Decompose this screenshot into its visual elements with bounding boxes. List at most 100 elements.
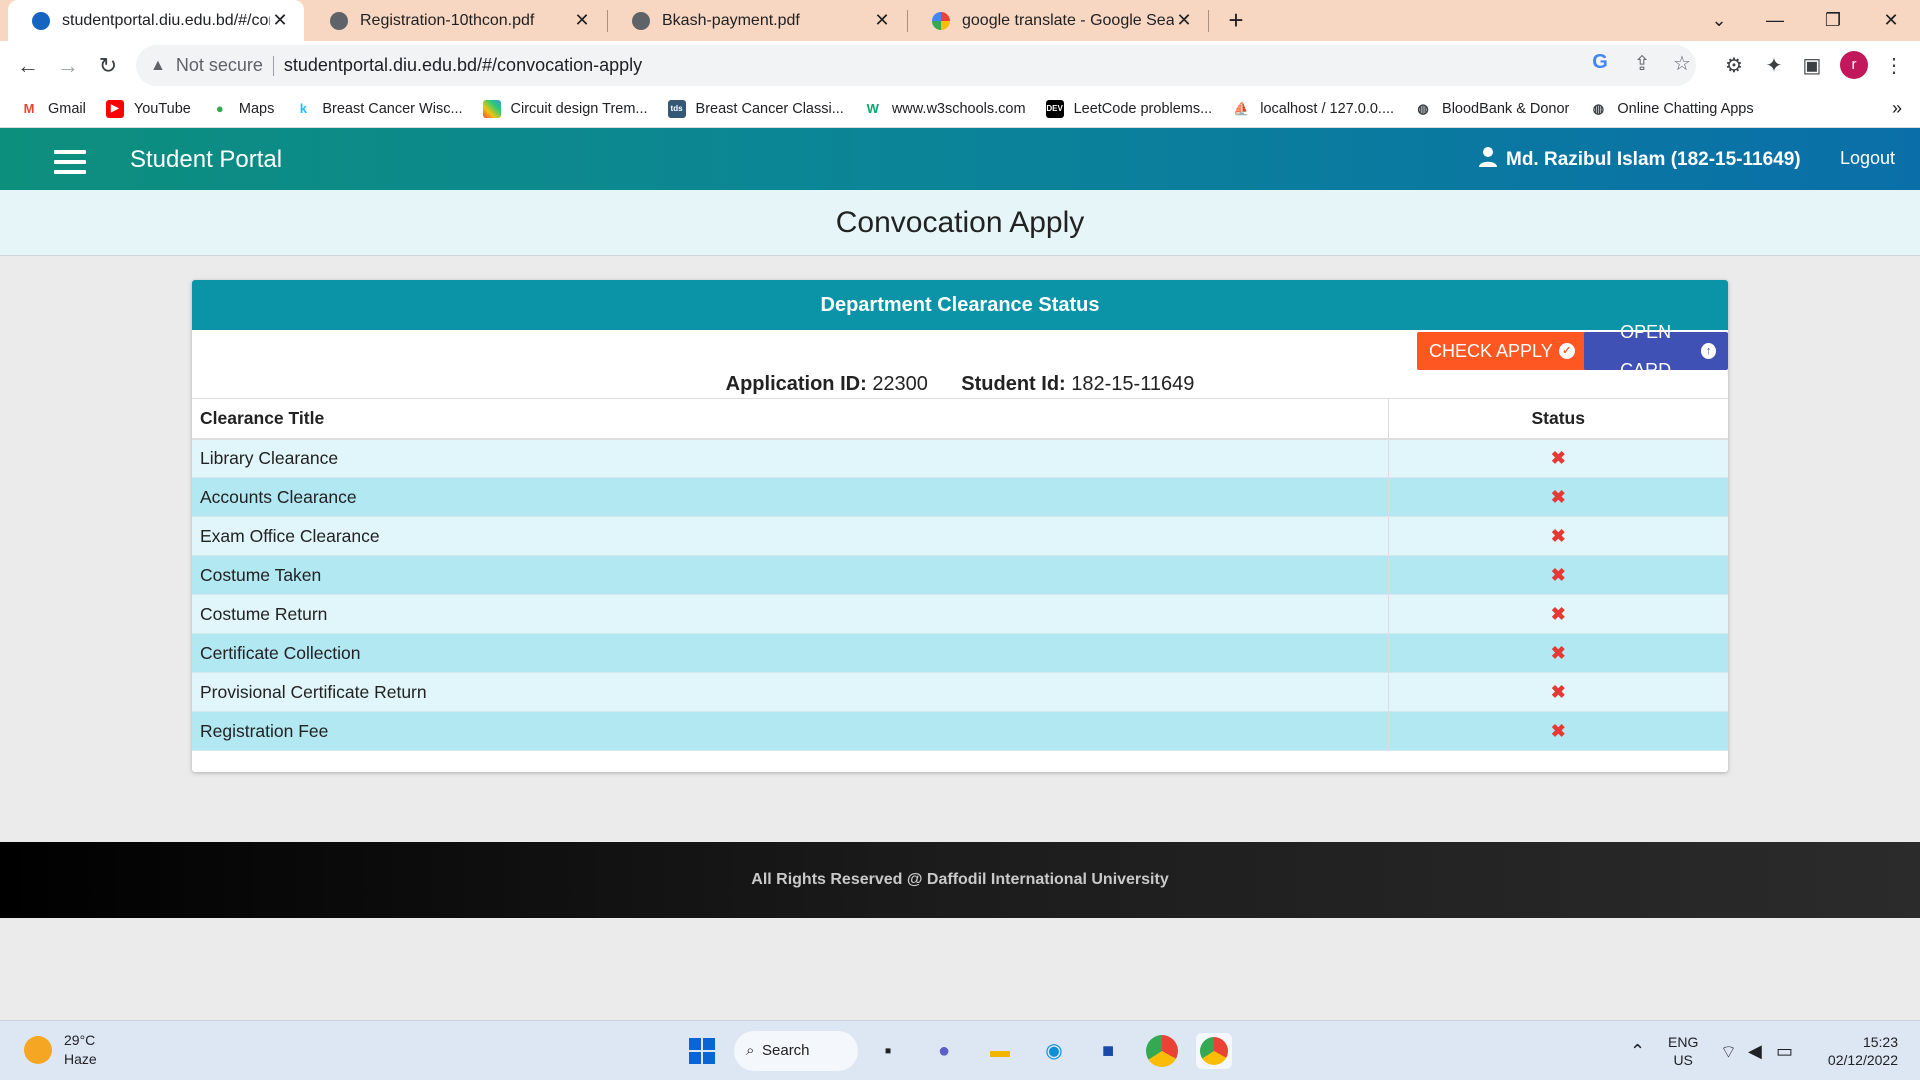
clearance-title: Costume Return bbox=[192, 594, 1388, 634]
microsoft-store-icon[interactable]: ■ bbox=[1090, 1033, 1126, 1069]
teams-chat-icon[interactable]: ● bbox=[926, 1033, 962, 1069]
status-x-icon: ✖ bbox=[1387, 633, 1728, 673]
chrome-active-icon[interactable] bbox=[1196, 1033, 1232, 1069]
extension-blocked-icon[interactable]: ⚙ bbox=[1720, 53, 1748, 78]
tinkercad-icon bbox=[482, 99, 501, 118]
bookmark-tinkercad[interactable]: Circuit design Trem... bbox=[482, 99, 648, 118]
check-apply-label: CHECK APPLY bbox=[1429, 341, 1553, 361]
user-info[interactable]: Md. Razibul Islam (182-15-11649) bbox=[1478, 146, 1801, 174]
wifi-icon[interactable]: ⌔ bbox=[1720, 1041, 1737, 1064]
bookmark-star-icon[interactable]: ☆ bbox=[1668, 51, 1696, 76]
extensions-puzzle-icon[interactable]: ✦ bbox=[1760, 53, 1788, 78]
menu-kebab-icon[interactable]: ⋮ bbox=[1880, 53, 1908, 78]
profile-avatar[interactable]: r bbox=[1840, 51, 1868, 79]
logout-link[interactable]: Logout bbox=[1840, 148, 1895, 169]
column-header-status: Status bbox=[1387, 398, 1728, 440]
close-icon[interactable]: ✕ bbox=[270, 10, 290, 31]
weather-temp: 29°C bbox=[64, 1032, 96, 1048]
clearance-title: Exam Office Clearance bbox=[192, 516, 1388, 556]
student-id-value: 182-15-11649 bbox=[1071, 373, 1195, 395]
open-card-button[interactable]: OPEN CARD ↑ bbox=[1584, 322, 1728, 380]
clearance-title: Provisional Certificate Return bbox=[192, 672, 1388, 712]
diu-favicon-icon bbox=[32, 11, 50, 30]
clock-date: 02/12/2022 bbox=[1827, 1052, 1898, 1068]
bookmark-label: Breast Cancer Wisc... bbox=[322, 100, 463, 117]
language-indicator[interactable]: ENG US bbox=[1668, 1033, 1698, 1069]
status-x-icon: ✖ bbox=[1387, 555, 1728, 595]
share-icon[interactable]: ⇪ bbox=[1628, 51, 1656, 76]
bookmark-maps[interactable]: ● Maps bbox=[211, 100, 274, 118]
battery-icon[interactable]: ▭ bbox=[1776, 1041, 1793, 1062]
warning-triangle-icon[interactable]: ▲ bbox=[150, 57, 166, 75]
status-x-icon: ✖ bbox=[1387, 711, 1728, 751]
bookmark-label: BloodBank & Donor bbox=[1442, 100, 1570, 117]
file-explorer-icon[interactable]: ▬ bbox=[982, 1033, 1018, 1069]
bookmark-localhost[interactable]: ⛵ localhost / 127.0.0.... bbox=[1232, 100, 1394, 118]
bookmark-youtube[interactable]: ▶ YouTube bbox=[105, 99, 191, 118]
new-tab-button[interactable]: + bbox=[1222, 6, 1250, 34]
tab-google-search[interactable]: google translate - Google Search ✕ bbox=[908, 0, 1208, 41]
volume-icon[interactable]: ◀ bbox=[1748, 1041, 1762, 1062]
edge-icon[interactable]: ◉ bbox=[1036, 1033, 1072, 1069]
clock-time: 15:23 bbox=[1862, 1034, 1898, 1050]
maps-pin-icon: ● bbox=[215, 100, 224, 116]
tab-studentportal[interactable]: studentportal.diu.edu.bd/#/conv ✕ bbox=[8, 0, 304, 41]
tab-registration-pdf[interactable]: Registration-10thcon.pdf ✕ bbox=[306, 0, 606, 41]
bookmark-label: Maps bbox=[238, 100, 275, 117]
tab-search-chevron-icon[interactable]: ⌄ bbox=[1696, 6, 1742, 34]
google-translate-icon[interactable]: G bbox=[1586, 51, 1614, 74]
minimize-button[interactable]: — bbox=[1752, 6, 1798, 34]
bookmark-label: YouTube bbox=[133, 100, 191, 117]
page-title: Convocation Apply bbox=[835, 206, 1085, 239]
reload-icon[interactable]: ↻ bbox=[92, 51, 124, 81]
bookmarks-overflow-button[interactable]: » bbox=[1892, 98, 1902, 119]
chrome-icon[interactable] bbox=[1146, 1035, 1178, 1067]
page-title-band: Convocation Apply bbox=[0, 190, 1920, 256]
close-icon[interactable]: ✕ bbox=[1174, 10, 1194, 31]
bookmark-w3schools[interactable]: W www.w3schools.com bbox=[864, 100, 1026, 118]
close-window-button[interactable]: ✕ bbox=[1868, 6, 1914, 34]
tab-bkash-pdf[interactable]: Bkash-payment.pdf ✕ bbox=[608, 0, 906, 41]
task-view-icon[interactable]: ▪ bbox=[870, 1033, 906, 1069]
bookmark-gmail[interactable]: M Gmail bbox=[20, 100, 86, 118]
check-apply-button[interactable]: CHECK APPLY ✓ bbox=[1417, 332, 1587, 370]
close-icon[interactable]: ✕ bbox=[872, 10, 892, 31]
table-row: Costume Return ✖ bbox=[192, 594, 1728, 634]
status-x-icon: ✖ bbox=[1387, 477, 1728, 517]
system-clock[interactable]: 15:23 02/12/2022 bbox=[1818, 1033, 1898, 1069]
clearance-card: Department Clearance Status CHECK APPLY … bbox=[192, 280, 1728, 772]
globe-icon bbox=[632, 11, 650, 30]
restore-button[interactable]: ❐ bbox=[1810, 6, 1856, 34]
weather-widget[interactable]: 29°C Haze bbox=[24, 1031, 97, 1069]
forward-arrow-icon[interactable]: → bbox=[52, 51, 84, 81]
bookmark-chatting[interactable]: ◍ Online Chatting Apps bbox=[1589, 100, 1754, 118]
column-header-title: Clearance Title bbox=[192, 398, 1388, 440]
check-circle-icon: ✓ bbox=[1558, 343, 1575, 359]
tab-title: google translate - Google Search bbox=[962, 11, 1174, 29]
kaggle-icon: k bbox=[299, 100, 307, 116]
user-name: Md. Razibul Islam (182-15-11649) bbox=[1506, 149, 1801, 170]
windows-start-icon[interactable] bbox=[684, 1033, 720, 1069]
back-arrow-icon[interactable]: ← bbox=[12, 51, 44, 81]
url-text[interactable]: studentportal.diu.edu.bd/#/convocation-a… bbox=[284, 55, 642, 76]
address-bar[interactable]: ▲ Not secure studentportal.diu.edu.bd/#/… bbox=[136, 45, 1696, 86]
bookmark-tds[interactable]: tds Breast Cancer Classi... bbox=[667, 99, 844, 118]
clearance-table: Clearance Title Status Library Clearance… bbox=[192, 398, 1728, 751]
status-x-icon: ✖ bbox=[1387, 672, 1728, 712]
browser-toolbar: ← → ↻ ▲ Not secure studentportal.diu.edu… bbox=[0, 41, 1920, 90]
security-status[interactable]: Not secure bbox=[176, 55, 263, 76]
status-x-icon: ✖ bbox=[1387, 438, 1728, 478]
globe-icon bbox=[330, 11, 348, 30]
brand-title[interactable]: Student Portal bbox=[130, 146, 282, 174]
bookmark-leetcode[interactable]: DEV LeetCode problems... bbox=[1045, 99, 1212, 118]
arrow-up-circle-icon: ↑ bbox=[1701, 343, 1716, 359]
side-panel-icon[interactable]: ▣ bbox=[1798, 53, 1826, 78]
bookmark-bloodbank[interactable]: ◍ BloodBank & Donor bbox=[1414, 100, 1569, 118]
show-hidden-icons-chevron-icon[interactable]: ⌃ bbox=[1630, 1041, 1645, 1062]
taskbar-search[interactable]: ⌕ Search bbox=[734, 1031, 858, 1071]
close-icon[interactable]: ✕ bbox=[572, 10, 592, 31]
hamburger-menu-icon[interactable] bbox=[54, 150, 86, 180]
bookmark-label: localhost / 127.0.0.... bbox=[1260, 100, 1395, 117]
bookmark-kaggle[interactable]: k Breast Cancer Wisc... bbox=[294, 100, 463, 118]
table-row: Provisional Certificate Return ✖ bbox=[192, 672, 1728, 712]
